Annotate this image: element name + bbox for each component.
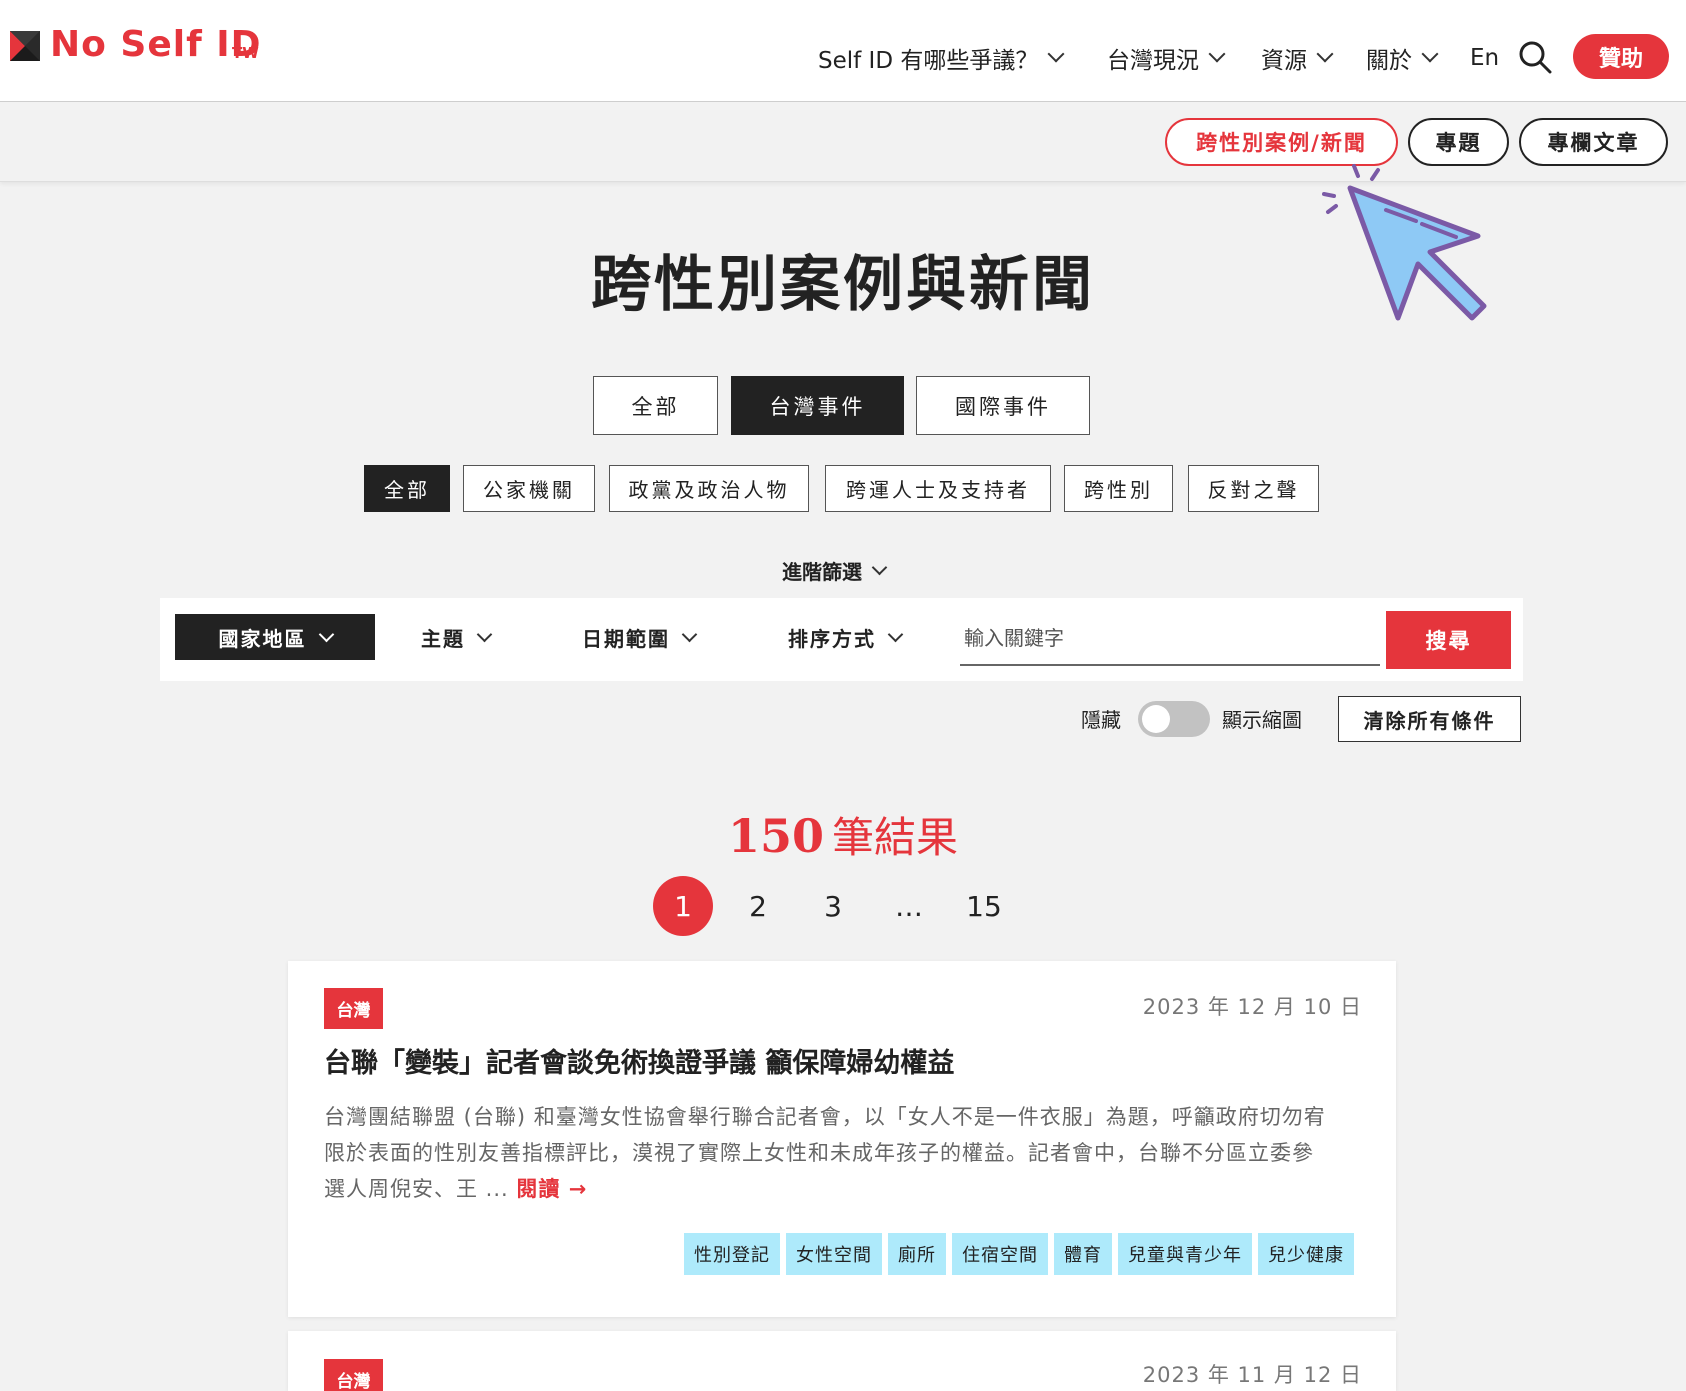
chevron-down-icon: [1208, 45, 1226, 63]
chevron-down-icon: [1047, 45, 1065, 63]
logo-text[interactable]: No Self ID: [50, 24, 262, 65]
page-1[interactable]: 1: [653, 876, 713, 936]
country-select[interactable]: 國家地區: [175, 614, 375, 660]
tag-gender-registration[interactable]: 性別登記: [684, 1233, 780, 1275]
subnav-cases-news[interactable]: 跨性別案例/新聞: [1165, 118, 1398, 166]
category-politicians[interactable]: 政黨及政治人物: [609, 465, 809, 512]
site-header: No Self ID TW Self ID 有哪些爭議？ 台灣現況 資源 關於 …: [0, 0, 1686, 102]
subnav-features[interactable]: 專題: [1408, 118, 1509, 166]
date-range-select[interactable]: 日期範圍: [582, 614, 698, 660]
page-15[interactable]: 15: [954, 876, 1014, 936]
category-trans-activists[interactable]: 跨運人士及支持者: [825, 465, 1051, 512]
nav-item-taiwan-status[interactable]: 台灣現況: [1107, 40, 1226, 76]
page-3[interactable]: 3: [803, 876, 863, 936]
advanced-filter-toggle[interactable]: 進階篩選: [782, 556, 888, 585]
tab-all[interactable]: 全部: [593, 376, 718, 435]
nav-item-controversies[interactable]: Self ID 有哪些爭議？: [818, 40, 1065, 76]
tag-sports[interactable]: 體育: [1054, 1233, 1112, 1275]
chevron-down-icon: [887, 626, 904, 642]
tag-women-spaces[interactable]: 女性空間: [786, 1233, 882, 1275]
article-summary: 台灣團結聯盟 (台聯) 和臺灣女性協會舉行聯合記者會，以「女人不是一件衣服」為題…: [324, 1099, 1334, 1207]
toggle-on-label: 顯示縮圖: [1222, 708, 1302, 732]
chevron-down-icon: [681, 626, 698, 642]
results-count: 150 筆結果: [0, 804, 1686, 865]
tag-toilets[interactable]: 廁所: [888, 1233, 946, 1275]
nav-item-label: 關於: [1366, 48, 1412, 74]
category-government[interactable]: 公家機關: [463, 465, 595, 512]
toggle-knob: [1142, 705, 1170, 733]
keyword-input[interactable]: [960, 612, 1380, 666]
chevron-down-icon: [1421, 45, 1439, 63]
nav-item-label: 資源: [1261, 48, 1307, 74]
sponsor-button[interactable]: 贊助: [1573, 34, 1669, 79]
date-range-select-label: 日期範圍: [582, 626, 670, 651]
nav-item-about[interactable]: 關於: [1366, 40, 1439, 76]
clear-all-button[interactable]: 清除所有條件: [1338, 696, 1521, 742]
nav-item-resources[interactable]: 資源: [1261, 40, 1334, 76]
pointer-cursor-icon: [1322, 164, 1487, 321]
article-card[interactable]: 台灣 2023 年 12 月 10 日 台聯「變裝」記者會談免術換證爭議 籲保障…: [288, 961, 1396, 1317]
region-badge: 台灣: [324, 988, 383, 1029]
article-date: 2023 年 12 月 10 日: [1142, 995, 1362, 1019]
tag-children-youth[interactable]: 兒童與青少年: [1118, 1233, 1252, 1275]
search-icon[interactable]: [1518, 40, 1552, 74]
language-switch[interactable]: En: [1470, 40, 1499, 76]
tab-international-events[interactable]: 國際事件: [916, 376, 1090, 435]
advanced-filter-label: 進階篩選: [782, 560, 862, 584]
tag-list: 性別登記 女性空間 廁所 住宿空間 體育 兒童與青少年 兒少健康: [684, 1233, 1354, 1275]
category-transgender[interactable]: 跨性別: [1064, 465, 1173, 512]
toggle-off-label: 隱藏: [1081, 708, 1121, 732]
sort-select-label: 排序方式: [788, 626, 876, 651]
chevron-down-icon: [1316, 45, 1334, 63]
sort-select[interactable]: 排序方式: [788, 614, 904, 660]
nav-item-label: Self ID 有哪些爭議？: [818, 48, 1039, 74]
tag-accommodation[interactable]: 住宿空間: [952, 1233, 1048, 1275]
read-more-link[interactable]: 閱讀 →: [516, 1177, 587, 1201]
logo-suffix[interactable]: TW: [232, 44, 259, 62]
country-select-label: 國家地區: [218, 626, 307, 651]
no-self-id-logo-icon[interactable]: [10, 31, 40, 61]
category-all[interactable]: 全部: [364, 465, 450, 512]
region-badge: 台灣: [324, 1359, 383, 1391]
tag-child-health[interactable]: 兒少健康: [1258, 1233, 1354, 1275]
page-ellipsis: …: [895, 889, 923, 923]
chevron-down-icon: [476, 626, 493, 642]
article-summary-text: 台灣團結聯盟 (台聯) 和臺灣女性協會舉行聯合記者會，以「女人不是一件衣服」為題…: [324, 1105, 1326, 1201]
language-label: En: [1470, 45, 1500, 71]
nav-item-label: 台灣現況: [1107, 48, 1199, 74]
results-number: 150: [727, 809, 824, 863]
chevron-down-icon: [871, 559, 888, 576]
topic-select-label: 主題: [421, 626, 465, 651]
category-opposition[interactable]: 反對之聲: [1188, 465, 1319, 512]
topic-select[interactable]: 主題: [421, 614, 493, 660]
tab-taiwan-events[interactable]: 台灣事件: [731, 376, 904, 435]
article-title[interactable]: 台聯「變裝」記者會談免術換證爭議 籲保障婦幼權益: [324, 1041, 954, 1080]
subnav-columns[interactable]: 專欄文章: [1519, 118, 1668, 166]
page-2[interactable]: 2: [728, 876, 788, 936]
chevron-down-icon: [318, 626, 334, 642]
results-label: 筆結果: [832, 813, 959, 862]
search-button[interactable]: 搜尋: [1386, 611, 1511, 669]
article-date: 2023 年 11 月 12 日: [1142, 1363, 1362, 1387]
article-card[interactable]: 台灣 2023 年 11 月 12 日: [288, 1331, 1396, 1391]
thumbnail-toggle[interactable]: [1138, 701, 1210, 737]
